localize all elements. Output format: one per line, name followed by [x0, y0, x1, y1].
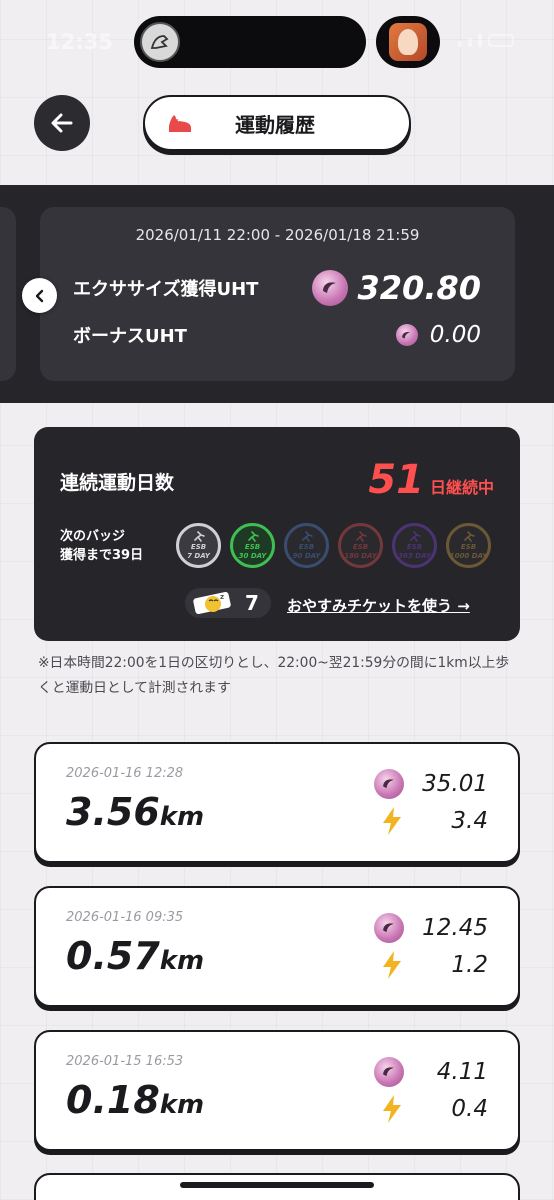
previous-period-card[interactable] — [0, 207, 16, 381]
runner-icon — [193, 530, 205, 542]
activity-datetime: 2026-01-16 12:28 — [66, 766, 184, 781]
runner-icon — [409, 530, 421, 542]
uht-coin-icon — [374, 1057, 404, 1087]
runner-icon — [301, 530, 313, 542]
badge-list: ESB 7 DAY ESB 30 DAY ESB 90 DAY ESB 180 DAY ESB 3… — [176, 523, 491, 568]
svg-text:z: z — [220, 593, 224, 601]
streak-badge-icon: ESB 365 DAY — [392, 523, 437, 568]
exercise-reward-label: エクササイズ獲得UHT — [73, 279, 259, 300]
runner-icon — [355, 530, 367, 542]
page-title-pill: 運動履歴 — [143, 95, 411, 151]
streak-unit: 日継続中 — [429, 478, 494, 497]
battery-icon — [488, 34, 514, 47]
lightning-icon — [383, 807, 401, 835]
bonus-reward-value: 0.00 — [429, 322, 481, 348]
avatar-container[interactable] — [376, 16, 440, 68]
activity-energy-row: 3.4 — [380, 806, 488, 836]
bonus-reward-label: ボーナスUHT — [73, 326, 187, 347]
activity-distance: 3.56km — [66, 790, 205, 834]
exercise-reward-row: エクササイズ獲得UHT 320.80 — [73, 269, 481, 307]
status-indicators — [458, 34, 514, 47]
next-badge-info: 次のバッジ 獲得まで39日 — [60, 529, 144, 563]
streak-badge-icon: ESB 7 DAY — [176, 523, 221, 568]
activity-uht-row: 12.45 — [374, 913, 488, 943]
streak-note: ※日本時間22:00を1日の区切りとし、22:00~翌21:59分の間に1km以… — [38, 655, 510, 696]
runner-icon — [247, 530, 259, 542]
streak-days: 51 — [368, 457, 424, 503]
activity-energy: 1.2 — [451, 952, 488, 978]
uht-coin-icon — [374, 913, 404, 943]
streak-count: 51 日継続中 — [368, 457, 494, 503]
bonus-reward-row: ボーナスUHT 0.00 — [73, 322, 481, 348]
sneaker-icon — [169, 115, 191, 132]
streak-badge-icon: ESB 90 DAY — [284, 523, 329, 568]
streak-card: 連続運動日数 51 日継続中 次のバッジ 獲得まで39日 ESB 7 DAY ESB… — [34, 427, 520, 641]
signal-icon — [458, 41, 462, 47]
runner-icon — [463, 530, 475, 542]
streak-badge-icon: ESB 1000 DAY — [446, 523, 491, 568]
activity-datetime: 2026-01-15 16:53 — [66, 1054, 184, 1069]
carousel-prev-button[interactable] — [22, 278, 57, 313]
sleep-ticket-count: z 7 — [185, 588, 271, 618]
activity-uht: 4.11 — [436, 1059, 488, 1085]
sleep-ticket-icon: z — [193, 591, 231, 615]
activity-uht: 35.01 — [422, 771, 488, 797]
reward-card: 2026/01/11 22:00 - 2026/01/18 21:59 エクササ… — [40, 207, 515, 381]
activity-card[interactable]: 2026-01-16 09:35 0.57km 12.45 1.2 — [34, 886, 520, 1007]
activity-uht-row: 35.01 — [374, 769, 488, 799]
activity-uht: 12.45 — [422, 915, 488, 941]
activity-card[interactable]: 2026-01-16 12:28 3.56km 35.01 3.4 — [34, 742, 520, 863]
dynamic-island — [134, 16, 366, 68]
activity-energy-row: 0.4 — [380, 1094, 488, 1124]
arrow-left-icon — [51, 113, 73, 133]
chevron-left-icon — [35, 289, 43, 302]
activity-uht-row: 4.11 — [374, 1057, 488, 1087]
streak-badge-icon: ESB 30 DAY — [230, 523, 275, 568]
period-range: 2026/01/11 22:00 - 2026/01/18 21:59 — [135, 226, 420, 244]
page-title: 運動履歴 — [235, 112, 315, 137]
status-time: 12:35 — [46, 30, 113, 54]
uht-coin-icon — [374, 769, 404, 799]
uht-coin-icon — [311, 270, 348, 306]
activity-energy: 3.4 — [451, 808, 488, 834]
exercise-reward-value: 320.80 — [357, 269, 481, 307]
activity-distance: 0.57km — [66, 934, 205, 978]
activity-energy: 0.4 — [451, 1096, 488, 1122]
uht-coin-icon — [395, 324, 418, 346]
activity-distance: 0.18km — [66, 1078, 205, 1122]
app-logo-icon — [140, 22, 180, 62]
activity-card[interactable]: 2026-01-15 16:53 0.18km 4.11 0.4 — [34, 1030, 520, 1151]
streak-badge-icon: ESB 180 DAY — [338, 523, 383, 568]
activity-datetime: 2026-01-16 09:35 — [66, 910, 184, 925]
activity-energy-row: 1.2 — [380, 950, 488, 980]
home-indicator — [180, 1182, 374, 1188]
lightning-icon — [383, 1095, 401, 1123]
ticket-count: 7 — [245, 591, 259, 615]
back-button[interactable] — [34, 95, 90, 151]
streak-title: 連続運動日数 — [60, 472, 175, 494]
lightning-icon — [383, 951, 401, 979]
avatar[interactable] — [389, 23, 427, 61]
use-sleep-ticket-link[interactable]: おやすみチケットを使う → — [287, 595, 470, 616]
